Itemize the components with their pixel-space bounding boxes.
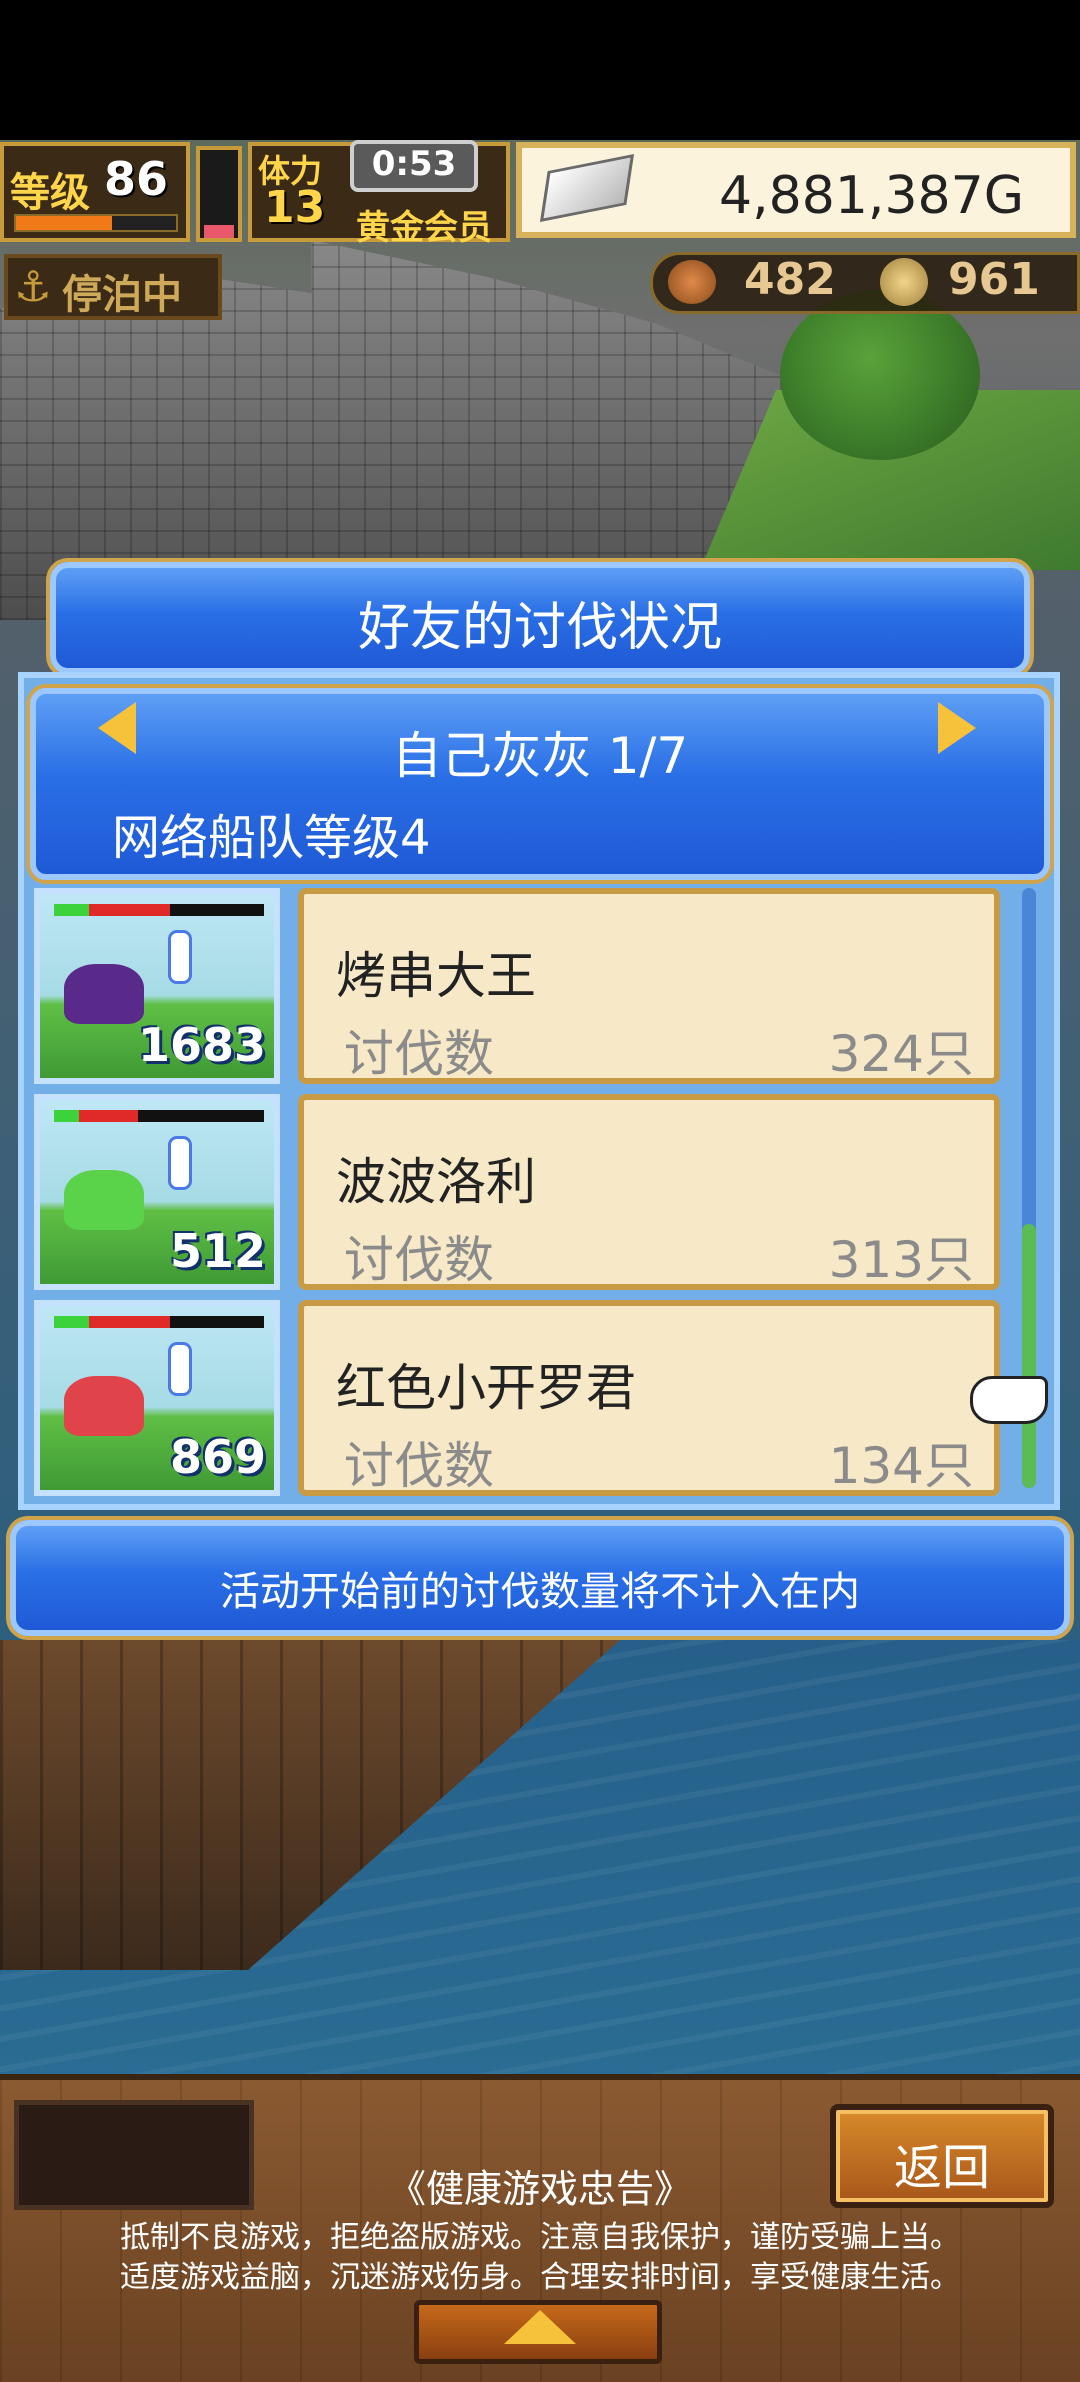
level-progress-bar: [14, 214, 178, 232]
pointer-hand-icon: [970, 1376, 1048, 1424]
hp-fill: [54, 904, 170, 916]
monster-thumbnail: 1683: [34, 888, 280, 1084]
monster-sprite-icon: [64, 964, 144, 1024]
monster-thumbnail: 512: [34, 1094, 280, 1290]
hp-bar: [54, 1110, 264, 1122]
defeat-count: 134只: [828, 1437, 974, 1495]
hp-bar: [54, 1316, 264, 1328]
friend-card: 红色小开罗君 讨伐数 134只: [298, 1300, 1000, 1496]
monster-sprite-icon: [64, 1376, 144, 1436]
monster-name: 波波洛利: [336, 1153, 536, 1211]
friend-name: 自己灰灰 1/7: [391, 727, 689, 785]
stamina-value: 13: [264, 182, 326, 233]
timer-value: 0:53: [371, 144, 457, 184]
level-progress-fill: [16, 216, 112, 230]
health-advisory-title: 《健康游戏忠告》: [387, 2167, 692, 2211]
vip-label[interactable]: 黄金会员: [356, 200, 492, 249]
list-item[interactable]: 1683 烤串大王 讨伐数 324只: [30, 888, 1010, 1084]
docked-label: 停泊中: [62, 272, 182, 318]
monster-power: 869: [169, 1430, 266, 1484]
level-value: 86: [104, 152, 169, 206]
list-scrollbar-thumb[interactable]: [1022, 1224, 1036, 1488]
level-label: 等级: [10, 170, 90, 216]
health-advisory-line2: 适度游戏益脑，沉迷游戏伤身。合理安排时间，享受健康生活。: [120, 2260, 960, 2295]
stamina-gauge-fill: [204, 225, 234, 238]
friend-card: 烤串大王 讨伐数 324只: [298, 888, 1000, 1084]
friend-card: 波波洛利 讨伐数 313只: [298, 1094, 1000, 1290]
health-advisory-line1: 抵制不良游戏，拒绝盗版游戏。注意自我保护，谨防受骗上当。: [120, 2220, 960, 2255]
dialog-title: 好友的讨伐状况: [357, 598, 722, 658]
defeat-label: 讨伐数: [344, 1437, 494, 1495]
meat-value: 482: [744, 254, 836, 305]
monster-sprite-icon: [64, 1170, 144, 1230]
defeat-label: 讨伐数: [344, 1025, 494, 1083]
alert-icon: [168, 1342, 192, 1396]
meat-icon: [668, 260, 716, 304]
coin-value: 961: [948, 254, 1040, 305]
hp-fill: [54, 1316, 170, 1328]
coin-icon: [880, 258, 928, 306]
notice-text: 活动开始前的讨伐数量将不计入在内: [220, 1569, 860, 1615]
alert-icon: [168, 930, 192, 984]
hp-fill: [54, 1110, 138, 1122]
defeat-count: 324只: [828, 1025, 974, 1083]
monster-thumbnail: 869: [34, 1300, 280, 1496]
defeat-label: 讨伐数: [344, 1231, 494, 1289]
monster-name: 红色小开罗君: [336, 1359, 636, 1417]
hp-bar: [54, 904, 264, 916]
list-item[interactable]: 869 红色小开罗君 讨伐数 134只: [30, 1300, 1010, 1496]
defeat-count: 313只: [828, 1231, 974, 1289]
anchor-icon: ⚓: [14, 262, 52, 311]
list-item[interactable]: 512 波波洛利 讨伐数 313只: [30, 1094, 1010, 1290]
up-arrow-icon: [504, 2310, 576, 2344]
monster-power: 1683: [137, 1018, 266, 1072]
alert-icon: [168, 1136, 192, 1190]
fleet-level: 网络船队等级4: [112, 810, 431, 866]
monster-name: 烤串大王: [336, 947, 536, 1005]
gold-value: 4,881,387G: [719, 166, 1024, 226]
defeat-list[interactable]: 1683 烤串大王 讨伐数 324只 512 波波洛利 讨伐数 313只 869…: [30, 888, 1010, 1500]
monster-power: 512: [169, 1224, 266, 1278]
tree-scenery: [780, 290, 980, 460]
